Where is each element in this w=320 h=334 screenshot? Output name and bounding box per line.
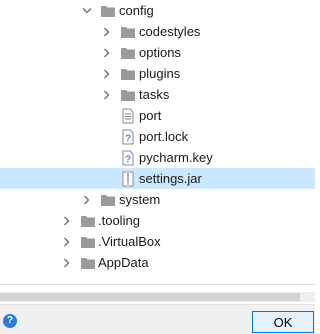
chevron-right-icon[interactable] [62,215,72,226]
tree-item-virtualbox[interactable]: .VirtualBox [0,231,315,252]
tree-item-label: codestyles [139,24,201,39]
tree-item-system[interactable]: system [0,189,315,210]
tree-item-label: port.lock [139,129,189,144]
chevron-right-icon[interactable] [102,47,112,58]
tree-item-label: plugins [139,66,181,81]
chevron-right-icon[interactable] [62,236,72,247]
folder-icon [80,234,96,250]
folder-icon [80,213,96,229]
folder-icon [100,192,116,208]
tree-item-label: port [139,108,162,123]
folder-icon [120,66,136,82]
tree-item-label: tasks [139,87,170,102]
ok-button[interactable]: OK [252,311,314,333]
tree-item-options[interactable]: options [0,42,315,63]
chevron-right-icon[interactable] [62,257,72,268]
text-file-icon [120,108,136,124]
tree-item-label: AppData [98,255,149,270]
tree-item-pycharm-key[interactable]: ? pycharm.key [0,147,315,168]
folder-icon [120,45,136,61]
dialog-button-bar: ? OK [0,304,315,334]
folder-icon [80,255,96,271]
tree-item-label: config [119,3,154,18]
tree-item-label: .tooling [98,213,140,228]
tree-item-label: options [139,45,181,60]
tree-item-tooling[interactable]: .tooling [0,210,315,231]
archive-file-icon [120,171,136,187]
tree-item-codestyles[interactable]: codestyles [0,21,315,42]
unknown-file-icon: ? [120,150,136,166]
tree-item-label: pycharm.key [139,150,213,165]
folder-icon [120,24,136,40]
horizontal-scrollbar[interactable] [0,292,315,302]
tree-item-label: settings.jar [139,171,202,186]
tree-item-config[interactable]: config [0,0,315,21]
tree-item-port-lock[interactable]: ? port.lock [0,126,315,147]
chevron-right-icon[interactable] [102,89,112,100]
tree-item-tasks[interactable]: tasks [0,84,315,105]
tree-item-port[interactable]: port [0,105,315,126]
chevron-right-icon[interactable] [102,68,112,79]
file-tree: config codestyles options plugins tasks … [0,0,315,274]
chevron-down-icon[interactable] [82,5,92,16]
folder-icon [120,87,136,103]
svg-text:?: ? [125,155,131,166]
folder-icon [100,3,116,19]
help-icon[interactable]: ? [3,314,17,328]
chevron-right-icon[interactable] [82,194,92,205]
tree-item-settings-jar[interactable]: settings.jar [0,168,315,189]
divider [0,284,315,285]
chevron-right-icon[interactable] [102,26,112,37]
tree-item-appdata[interactable]: AppData [0,252,315,273]
tree-item-plugins[interactable]: plugins [0,63,315,84]
unknown-file-icon: ? [120,129,136,145]
tree-item-label: .VirtualBox [98,234,161,249]
svg-text:?: ? [125,134,131,145]
scrollbar-thumb[interactable] [0,293,300,301]
tree-item-label: system [119,192,161,207]
